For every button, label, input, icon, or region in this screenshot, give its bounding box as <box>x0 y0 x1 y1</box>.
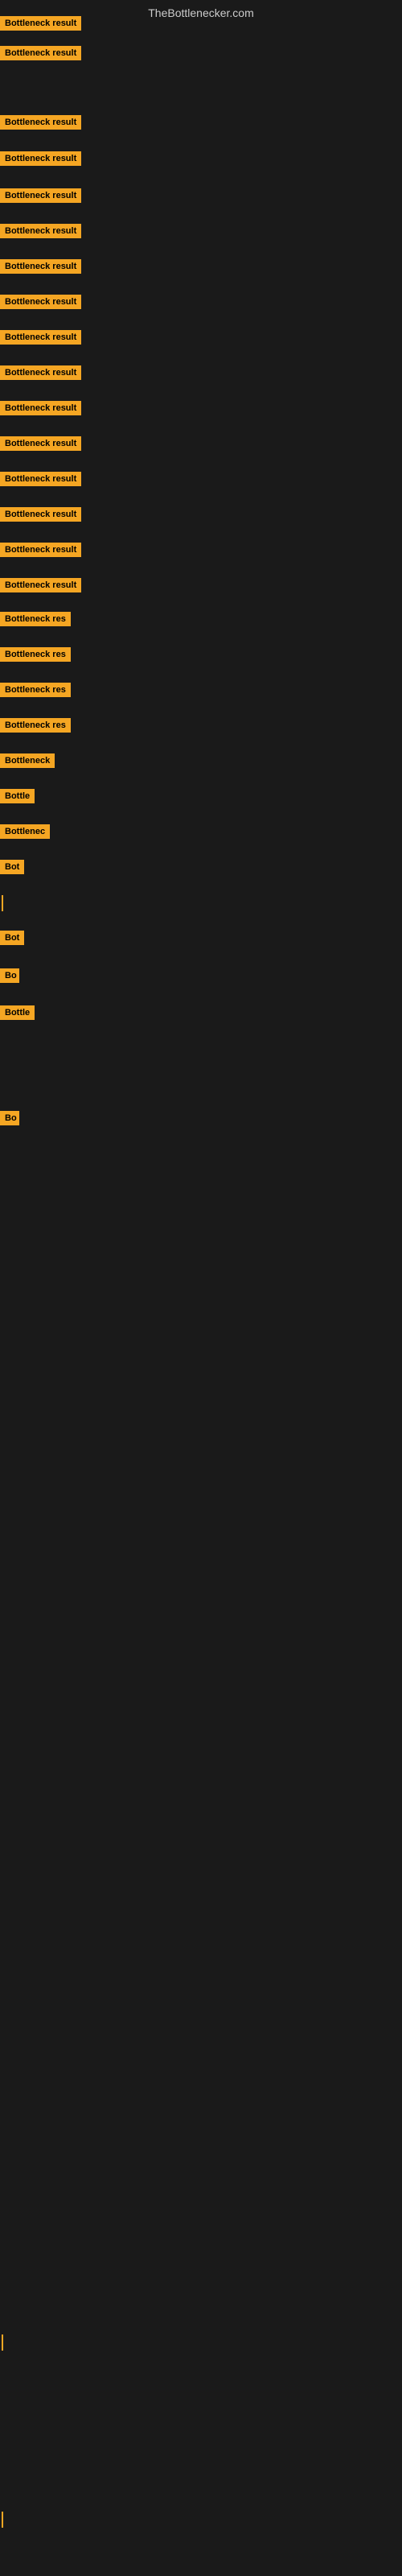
bottleneck-badge: Bot <box>0 931 24 945</box>
bottleneck-badge: Bottleneck result <box>0 472 81 486</box>
bottleneck-badge-row: Bottleneck result <box>0 224 81 242</box>
bottleneck-badge-row: Bottle <box>0 1005 35 1024</box>
bottleneck-badge: Bot <box>0 860 24 874</box>
bottleneck-badge: Bottleneck result <box>0 115 81 130</box>
bottleneck-badge: Bottleneck result <box>0 151 81 166</box>
bottleneck-badge-row: Bot <box>0 860 24 878</box>
bottleneck-badge: Bo <box>0 1111 19 1125</box>
bottleneck-badge-row: Bottleneck result <box>0 578 81 597</box>
bottleneck-badge-row: Bottleneck result <box>0 16 81 35</box>
bottleneck-badge-row: Bottle <box>0 789 35 807</box>
bottleneck-badge: Bottleneck res <box>0 683 71 697</box>
bottleneck-badge: Bottle <box>0 1005 35 1020</box>
bottleneck-badge-row: Bottleneck res <box>0 612 71 630</box>
bottleneck-badge: Bottleneck result <box>0 188 81 203</box>
bottleneck-badge: Bottleneck result <box>0 507 81 522</box>
bottleneck-badge: Bottleneck result <box>0 16 81 31</box>
bottleneck-badge-row: Bottleneck result <box>0 115 81 134</box>
bottleneck-badge: Bottleneck result <box>0 436 81 451</box>
bottleneck-badge-row: Bottlenec <box>0 824 50 843</box>
bottleneck-badge-row: Bottleneck res <box>0 718 71 737</box>
vertical-indicator-line <box>2 2512 3 2528</box>
bottleneck-badge-row: Bottleneck result <box>0 330 81 349</box>
bottleneck-badge: Bottleneck <box>0 753 55 768</box>
bottleneck-badge-row: Bottleneck <box>0 753 55 772</box>
bottleneck-badge-row: Bottleneck result <box>0 472 81 490</box>
bottleneck-badge: Bottlenec <box>0 824 50 839</box>
bottleneck-badge-row: Bottleneck result <box>0 188 81 207</box>
bottleneck-badge: Bottleneck result <box>0 401 81 415</box>
bottleneck-badge: Bottleneck res <box>0 647 71 662</box>
bottleneck-badge-row: Bottleneck res <box>0 647 71 666</box>
vertical-indicator-line <box>2 2334 3 2351</box>
bottleneck-badge-row: Bottleneck result <box>0 507 81 526</box>
bottleneck-badge-row: Bottleneck result <box>0 259 81 278</box>
bottleneck-badge-row: Bottleneck result <box>0 365 81 384</box>
bottleneck-badge-row: Bottleneck result <box>0 436 81 455</box>
bottleneck-badge: Bo <box>0 968 19 983</box>
bottleneck-badge: Bottleneck res <box>0 612 71 626</box>
bottleneck-badge: Bottleneck result <box>0 578 81 592</box>
bottleneck-badge-row: Bo <box>0 1111 19 1129</box>
bottleneck-badge-row: Bottleneck result <box>0 46 81 64</box>
vertical-indicator-line <box>2 895 3 911</box>
bottleneck-badge-row: Bot <box>0 931 24 949</box>
bottleneck-badge: Bottleneck result <box>0 46 81 60</box>
bottleneck-badge: Bottle <box>0 789 35 803</box>
bottleneck-badge: Bottleneck res <box>0 718 71 733</box>
bottleneck-badge-row: Bottleneck result <box>0 151 81 170</box>
bottleneck-badge-row: Bottleneck result <box>0 295 81 313</box>
bottleneck-badge: Bottleneck result <box>0 330 81 345</box>
bottleneck-badge: Bottleneck result <box>0 295 81 309</box>
bottleneck-badge: Bottleneck result <box>0 543 81 557</box>
bottleneck-badge: Bottleneck result <box>0 365 81 380</box>
bottleneck-badge: Bottleneck result <box>0 224 81 238</box>
bottleneck-badge-row: Bottleneck result <box>0 543 81 561</box>
bottleneck-badge-row: Bottleneck result <box>0 401 81 419</box>
bottleneck-badge: Bottleneck result <box>0 259 81 274</box>
bottleneck-badge-row: Bo <box>0 968 19 987</box>
bottleneck-badge-row: Bottleneck res <box>0 683 71 701</box>
